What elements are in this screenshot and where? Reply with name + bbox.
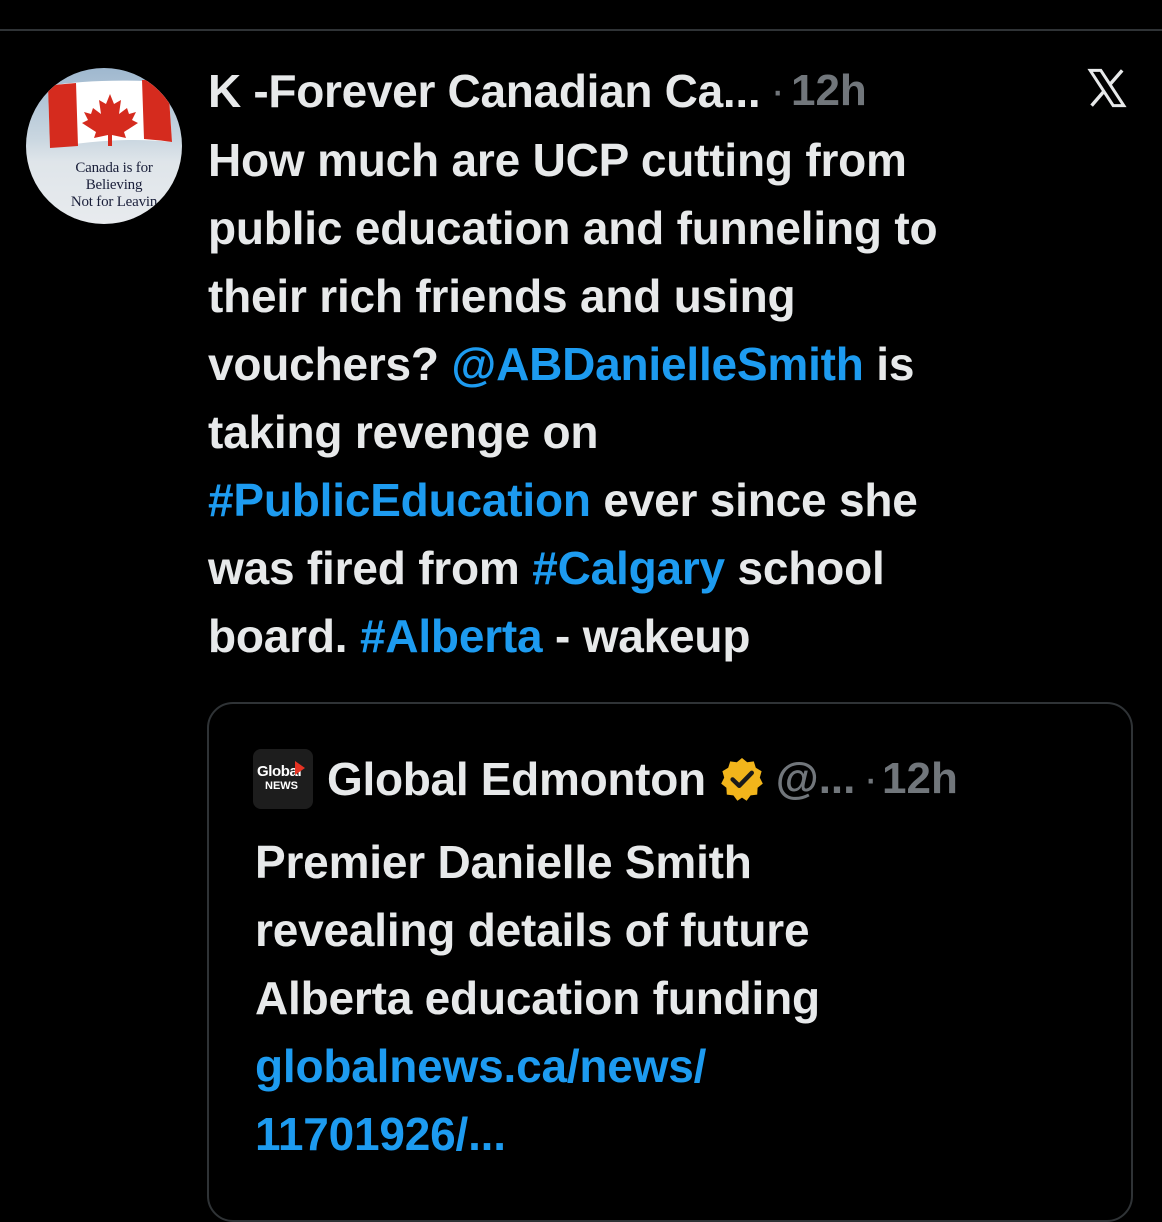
quoted-time[interactable]: 12h <box>882 754 958 804</box>
text-segment: school <box>724 542 885 594</box>
quoted-tweet-body: Premier Danielle Smith revealing details … <box>255 828 1115 1168</box>
quoted-author-name[interactable]: Global Edmonton <box>327 752 706 806</box>
quoted-tweet-header: Global NEWS Global Edmonton @... · 12h <box>253 746 958 812</box>
top-divider <box>0 29 1162 31</box>
url-link[interactable]: 11701926/... <box>255 1108 506 1160</box>
text-segment: - wakeup <box>542 610 751 662</box>
text-line: Alberta education funding <box>255 964 1115 1032</box>
url-link[interactable]: globalnews.ca/news/ <box>255 1040 706 1092</box>
avatar-caption-line: Believing <box>85 177 143 193</box>
hashtag-link[interactable]: #Alberta <box>360 610 543 662</box>
text-segment: public education and funneling to <box>208 202 938 254</box>
text-segment: board. <box>208 610 360 662</box>
text-line: their rich friends and using <box>208 262 1108 330</box>
tweet-body: How much are UCP cutting from public educ… <box>208 126 1108 670</box>
text-segment: ever since she <box>590 474 918 526</box>
author-name[interactable]: K -Forever Canadian Ca... <box>208 64 761 118</box>
mention-link[interactable]: @ABDanielleSmith <box>451 338 863 390</box>
text-segment: vouchers? <box>208 338 452 390</box>
quoted-handle[interactable]: @... <box>776 754 856 804</box>
hashtag-link[interactable]: #PublicEducation <box>208 474 591 526</box>
text-line: taking revenge on <box>208 398 1108 466</box>
text-line: was fired from #Calgary school <box>208 534 1108 602</box>
text-line: vouchers? @ABDanielleSmith is <box>208 330 1108 398</box>
verified-badge-icon <box>720 758 763 801</box>
tweet-time[interactable]: 12h <box>791 66 867 116</box>
global-news-logo-icon: Global NEWS <box>253 749 313 809</box>
text-line: globalnews.ca/news/ <box>255 1032 1115 1100</box>
text-line: #PublicEducation ever since she <box>208 466 1108 534</box>
text-line: 11701926/... <box>255 1100 1115 1168</box>
avatar-caption-line: Canada is for <box>75 160 153 176</box>
text-line: Premier Danielle Smith <box>255 828 1115 896</box>
separator-dot: · <box>863 754 879 803</box>
text-line: public education and funneling to <box>208 194 1108 262</box>
text-segment: their rich friends and using <box>208 270 796 322</box>
logo-text-news: NEWS <box>265 780 298 792</box>
text-segment: How much are UCP cutting from <box>208 134 907 186</box>
text-segment: is <box>863 338 915 390</box>
hashtag-link[interactable]: #Calgary <box>532 542 725 594</box>
text-line: revealing details of future <box>255 896 1115 964</box>
text-segment: taking revenge on <box>208 406 599 458</box>
logo-arrow-icon <box>295 761 305 775</box>
text-segment: was fired from <box>208 542 533 594</box>
text-segment: Premier Danielle Smith <box>255 836 752 888</box>
tweet-header: K -Forever Canadian Ca... · 12h <box>208 62 867 120</box>
quoted-tweet[interactable]: Global NEWS Global Edmonton @... · 12h P… <box>207 702 1133 1222</box>
avatar[interactable]: Canada is for Believing Not for Leavin <box>26 68 182 224</box>
text-line: How much are UCP cutting from <box>208 126 1108 194</box>
text-line: board. #Alberta - wakeup <box>208 602 1108 670</box>
avatar-caption-line: Not for Leavin <box>70 194 158 210</box>
text-segment: Alberta education funding <box>255 972 820 1024</box>
avatar-caption: Canada is for Believing Not for Leavin <box>44 160 182 211</box>
x-logo-icon[interactable] <box>1082 64 1132 112</box>
separator-dot: · <box>770 66 785 115</box>
text-segment: revealing details of future <box>255 904 810 956</box>
